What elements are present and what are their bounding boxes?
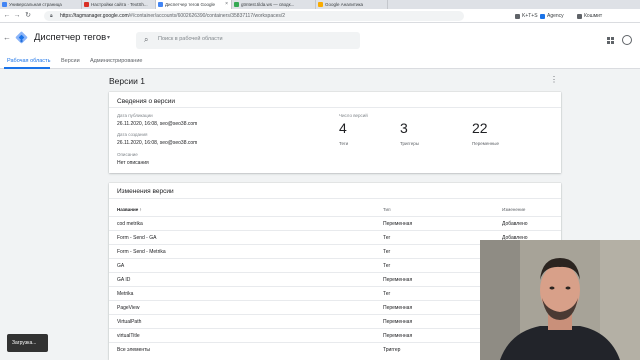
- variables-label: Переменные: [472, 141, 500, 146]
- account-avatar[interactable]: [622, 35, 632, 45]
- column-header-type[interactable]: Тип: [383, 207, 391, 212]
- back-arrow-icon[interactable]: ←: [3, 11, 11, 21]
- bookmark-icon: [540, 14, 545, 19]
- tab-favicon-icon: [84, 2, 89, 7]
- row-name: PageView: [117, 305, 140, 311]
- bookmark-item[interactable]: Кошмит: [577, 11, 602, 21]
- table-row[interactable]: cod metrika Переменная Добавлено: [109, 216, 561, 230]
- description-label: Описание: [117, 152, 138, 157]
- row-name: Form - Send - Metrika: [117, 249, 166, 255]
- browser-tab-label: gtmtest.tilda.ws — сводк...: [241, 2, 295, 7]
- browser-tab-1[interactable]: Настройки сайта · TextSh...: [82, 0, 156, 9]
- row-name: Все элементы: [117, 347, 151, 353]
- row-name: VirtualPath: [117, 319, 142, 325]
- created-label: Дата создания: [117, 132, 148, 137]
- column-header-change[interactable]: Изменение: [502, 207, 525, 212]
- browser-tab-3[interactable]: gtmtest.tilda.ws — сводк...: [232, 0, 316, 9]
- published-label: Дата публикации: [117, 113, 153, 118]
- row-type: Переменная: [383, 221, 413, 227]
- row-name: cod metrika: [117, 221, 143, 227]
- divider: [109, 107, 561, 108]
- row-type: Тег: [383, 263, 391, 269]
- page-title: Версии 1: [109, 76, 145, 86]
- tab-versions[interactable]: Версии: [61, 58, 80, 64]
- row-name: Metrika: [117, 291, 134, 297]
- tab-admin[interactable]: Администрирование: [90, 58, 142, 64]
- row-name: virtualTitle: [117, 333, 140, 339]
- version-count-label: Число версий: [339, 113, 368, 118]
- browser-tab-strip: Универсальная страница Настройки сайта ·…: [0, 0, 640, 9]
- active-tab-indicator: [4, 67, 50, 69]
- apps-grid-icon[interactable]: [607, 37, 614, 44]
- back-arrow-icon[interactable]: ←: [3, 33, 11, 42]
- more-vert-icon[interactable]: ⋮: [550, 75, 558, 84]
- card-title: Изменения версии: [117, 188, 174, 195]
- bookmark-icon: [577, 14, 582, 19]
- lock-icon: 🔒︎: [50, 13, 53, 19]
- bookmark-label: Agency: [547, 13, 564, 19]
- created-value: 26.11.2020, 16:08, seo@seo38.com: [117, 140, 198, 146]
- triggers-count: 3: [400, 120, 408, 136]
- url-path: /#/container/accounts/6002626390/contain…: [128, 13, 286, 19]
- url-host: https://tagmanager.google.com: [60, 13, 129, 19]
- bookmark-label: Кошмит: [584, 13, 603, 19]
- address-bar[interactable]: 🔒︎ https://tagmanager.google.com/#/conta…: [44, 11, 464, 21]
- search-placeholder: Поиск в рабочей области: [158, 36, 223, 42]
- browser-tab-label: Настройки сайта · TextSh...: [91, 2, 148, 7]
- tab-favicon-icon: [318, 2, 323, 7]
- row-type: Переменная: [383, 305, 413, 311]
- browser-tab-label: Google Аналитика: [325, 2, 364, 7]
- tag-manager-logo-icon: [15, 31, 28, 44]
- row-type: Переменная: [383, 319, 413, 325]
- divider: [109, 198, 561, 199]
- bookmark-label: K+T+S: [522, 13, 538, 19]
- sort-arrow-icon: ↑: [139, 207, 142, 212]
- row-name: GA: [117, 263, 125, 269]
- column-header-name[interactable]: Название ↑: [117, 207, 142, 212]
- card-title: Сведения о версии: [117, 98, 176, 105]
- row-type: Переменная: [383, 333, 413, 339]
- tab-favicon-icon: [158, 2, 163, 7]
- column-header-label: Название: [117, 207, 139, 212]
- bookmark-item[interactable]: Agency: [540, 11, 564, 21]
- workspace-search[interactable]: ⌕ Поиск в рабочей области: [136, 32, 360, 49]
- row-name: Form - Send - GA: [117, 235, 157, 241]
- browser-tab-label: Универсальная страница: [9, 2, 62, 7]
- container-dropdown-icon[interactable]: ▾: [107, 34, 110, 41]
- tab-workspace[interactable]: Рабочая область: [7, 58, 50, 64]
- tab-favicon-icon: [2, 2, 7, 7]
- row-type: Переменная: [383, 277, 413, 283]
- row-type: Тег: [383, 291, 391, 297]
- tags-label: Теги: [339, 141, 349, 146]
- description-value: Нет описания: [117, 160, 149, 166]
- tags-count: 4: [339, 120, 347, 136]
- variables-count: 22: [472, 120, 488, 136]
- browser-tab-2[interactable]: Диспетчер тегов Google ×: [156, 0, 232, 9]
- browser-tab-0[interactable]: Универсальная страница: [0, 0, 82, 9]
- close-tab-icon[interactable]: ×: [225, 0, 228, 9]
- row-type: Тег: [383, 249, 391, 255]
- gtm-nav-tabs: Рабочая область Версии Администрирование: [0, 55, 640, 69]
- triggers-label: Триггеры: [400, 141, 419, 146]
- row-name: GA ID: [117, 277, 131, 283]
- row-type: Тег: [383, 235, 391, 241]
- row-change: Добавлено: [502, 221, 528, 227]
- published-value: 26.11.2020, 16:08, seo@seo38.com: [117, 121, 198, 127]
- loading-toast: Загрузка...: [7, 334, 48, 352]
- webcam-overlay: [480, 240, 640, 360]
- tab-favicon-icon: [234, 2, 239, 7]
- app-header: ← Диспетчер тегов ▾ ⌕ Поиск в рабочей об…: [0, 23, 640, 55]
- app-title: Диспетчер тегов: [34, 32, 107, 43]
- bookmark-item[interactable]: K+T+S: [515, 11, 538, 21]
- browser-tab-label: Диспетчер тегов Google: [165, 2, 215, 7]
- bookmark-icon: [515, 14, 520, 19]
- presenter-video-image: [480, 240, 640, 360]
- version-info-card: Сведения о версии Дата публикации 26.11.…: [109, 92, 561, 173]
- browser-tab-4[interactable]: Google Аналитика: [316, 0, 388, 9]
- search-icon: ⌕: [144, 35, 149, 44]
- reload-icon[interactable]: ↻: [24, 11, 32, 21]
- browser-toolbar: ← → ↻ 🔒︎ https://tagmanager.google.com/#…: [0, 9, 640, 23]
- forward-arrow-icon[interactable]: →: [13, 11, 21, 21]
- row-type: Триггер: [383, 347, 401, 353]
